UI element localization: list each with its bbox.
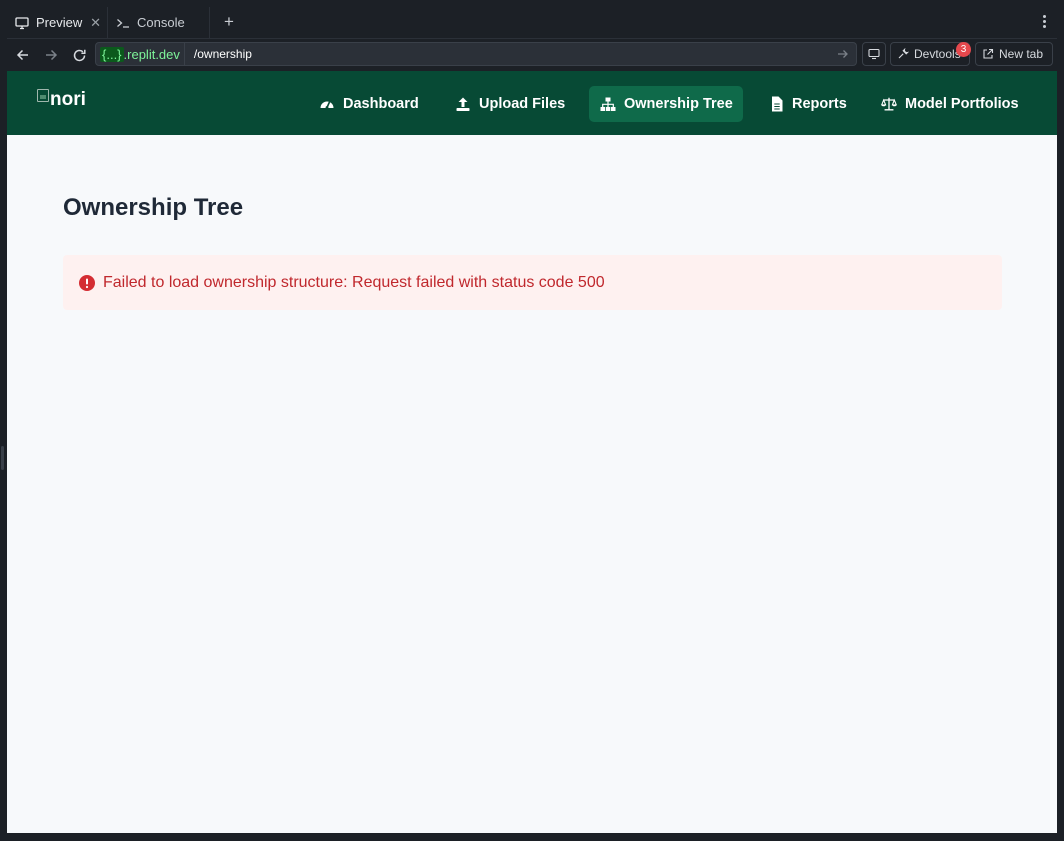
tab-preview-label: Preview xyxy=(36,15,83,30)
nav-upload-files-label: Upload Files xyxy=(479,96,566,112)
external-link-icon xyxy=(982,48,994,60)
wrench-icon xyxy=(897,48,909,60)
page-title: Ownership Tree xyxy=(63,194,244,221)
go-arrow-icon[interactable] xyxy=(836,47,850,61)
tab-console[interactable]: Console xyxy=(108,7,210,38)
error-message: Failed to load ownership structure: Requ… xyxy=(103,273,605,291)
new-tab-label: New tab xyxy=(999,47,1044,61)
panel-resize-handle[interactable] xyxy=(1,446,4,470)
arrow-right-icon xyxy=(46,49,58,61)
error-alert: Failed to load ownership structure: Requ… xyxy=(63,255,1002,310)
nav-model-portfolios[interactable]: Model Portfolios xyxy=(870,86,1027,122)
terminal-icon xyxy=(116,16,130,30)
nav-reports-label: Reports xyxy=(792,96,847,112)
url-bar: {...} .replit.dev /ownership Devtools 3 N… xyxy=(7,39,1057,71)
main-content: Ownership Tree Failed to load ownership … xyxy=(63,193,1002,310)
arrow-left-icon xyxy=(16,49,28,61)
domain-suffix: .replit.dev xyxy=(123,46,180,62)
page-viewport: nori Dashboard Upload Files Ownership Tr… xyxy=(7,71,1057,833)
reload-button[interactable] xyxy=(70,46,88,64)
forward-button[interactable] xyxy=(42,46,60,64)
url-path: /ownership xyxy=(193,47,252,61)
tab-console-label: Console xyxy=(137,15,185,30)
back-button[interactable] xyxy=(14,46,32,64)
nav-upload-files[interactable]: Upload Files xyxy=(444,86,574,122)
new-tab-button[interactable]: + xyxy=(219,12,239,32)
gauge-icon xyxy=(319,96,335,112)
error-circle-icon xyxy=(79,274,95,291)
nav-reports[interactable]: Reports xyxy=(759,86,855,122)
sitemap-icon xyxy=(600,96,616,112)
domain-prefix: {...} xyxy=(100,46,124,62)
close-tab-icon[interactable]: ✕ xyxy=(90,15,101,31)
open-new-tab-button[interactable]: New tab xyxy=(975,42,1053,66)
scale-icon xyxy=(881,96,897,112)
nav-ownership-tree[interactable]: Ownership Tree xyxy=(589,86,743,122)
monitor-icon xyxy=(15,16,29,30)
address-field[interactable]: {...} .replit.dev /ownership xyxy=(95,42,857,66)
domain-badge: {...} .replit.dev xyxy=(96,43,185,65)
tab-bar: Preview ✕ Console + xyxy=(7,7,1057,39)
nav-model-portfolios-label: Model Portfolios xyxy=(905,96,1019,112)
app-navbar: nori Dashboard Upload Files Ownership Tr… xyxy=(7,71,1057,135)
document-icon xyxy=(770,96,784,112)
devtools-error-badge: 3 xyxy=(956,42,971,57)
nav-dashboard-label: Dashboard xyxy=(343,96,419,112)
device-preview-button[interactable] xyxy=(862,42,886,66)
devtools-label: Devtools xyxy=(914,47,961,61)
logo-alt-text: nori xyxy=(50,89,86,110)
screen-icon xyxy=(868,48,880,60)
nav-dashboard[interactable]: Dashboard xyxy=(308,86,428,122)
browser-window: Preview ✕ Console + {...} .replit.dev /ow… xyxy=(7,7,1057,833)
reload-icon xyxy=(73,49,86,61)
nav-ownership-tree-label: Ownership Tree xyxy=(624,96,733,112)
logo[interactable]: nori xyxy=(37,89,86,111)
broken-image-icon xyxy=(37,89,49,102)
tab-preview[interactable]: Preview ✕ xyxy=(7,7,108,38)
more-options-icon[interactable] xyxy=(1041,14,1047,30)
upload-icon xyxy=(455,96,471,112)
